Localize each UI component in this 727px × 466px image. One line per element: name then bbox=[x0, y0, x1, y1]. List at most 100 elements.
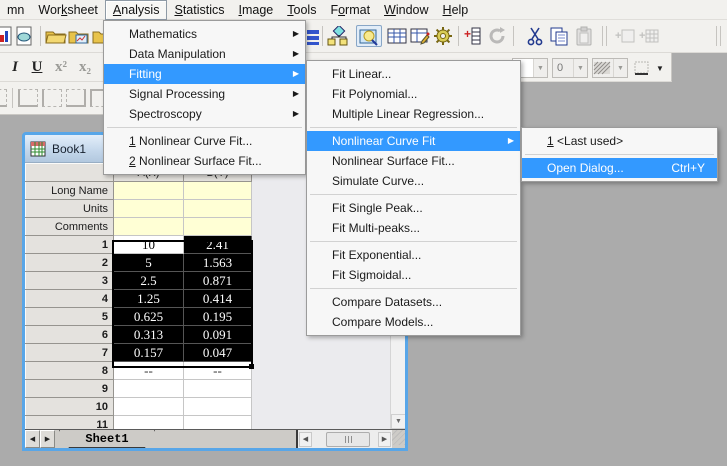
menu-item-nonlinear-surface-fit[interactable]: Nonlinear Surface Fit... bbox=[307, 151, 520, 171]
tab-sheet1[interactable]: Sheet1 bbox=[59, 430, 155, 448]
options-gear-icon[interactable] bbox=[432, 25, 454, 47]
worksheet-icon bbox=[30, 141, 46, 157]
add-column-icon[interactable]: + bbox=[462, 25, 484, 47]
menubar-item-analysis[interactable]: Analysis bbox=[105, 0, 168, 20]
menubar-item-format[interactable]: Format bbox=[323, 1, 377, 19]
menu-item-data-manipulation[interactable]: Data Manipulation ▶ bbox=[104, 44, 305, 64]
menu-item-fitting[interactable]: Fitting ▶ bbox=[104, 64, 305, 84]
underline-button[interactable]: U bbox=[26, 56, 48, 78]
table-row: 10 bbox=[26, 398, 252, 416]
chevron-down-icon[interactable]: ▼ bbox=[653, 59, 667, 77]
cut-icon[interactable] bbox=[524, 25, 546, 47]
menu-item-multiple-linear-regression[interactable]: Multiple Linear Regression... bbox=[307, 104, 520, 124]
new-page-icon[interactable] bbox=[0, 25, 14, 47]
menubar-item-window[interactable]: Window bbox=[377, 1, 435, 19]
menu-item-last-used[interactable]: 1 <Last used> bbox=[522, 131, 717, 151]
analysis-menu: Mathematics ▶ Data Manipulation ▶ Fittin… bbox=[103, 20, 306, 175]
border-style-combo[interactable]: ▼ bbox=[632, 58, 668, 78]
menu-item-fit-polynomial[interactable]: Fit Polynomial... bbox=[307, 84, 520, 104]
menu-item-compare-datasets[interactable]: Compare Datasets... bbox=[307, 292, 520, 312]
table-row: 1 10 2.41 bbox=[26, 236, 252, 254]
tab-scroll-left-icon[interactable]: ◀ bbox=[25, 430, 40, 448]
scroll-down-icon[interactable]: ▼ bbox=[391, 414, 405, 429]
tab-scroll-right-icon[interactable]: ▶ bbox=[40, 430, 55, 448]
menu-item-recent-nonlinear-curve-fit[interactable]: 1 Nonlinear Curve Fit... bbox=[104, 131, 305, 151]
refresh-icon[interactable] bbox=[486, 25, 508, 47]
window-resize-grip[interactable] bbox=[392, 430, 405, 445]
copy-icon[interactable] bbox=[548, 25, 570, 47]
menu-separator bbox=[107, 127, 302, 128]
corner-cell[interactable] bbox=[26, 164, 114, 182]
worksheet-table: A(X) B(Y) Long Name Units Comments bbox=[25, 163, 252, 429]
cell-comments-b[interactable] bbox=[184, 218, 252, 236]
border-tool-1-icon[interactable] bbox=[17, 87, 39, 109]
fitting-submenu: Fit Linear... Fit Polynomial... Multiple… bbox=[306, 60, 521, 336]
cell-units-b[interactable] bbox=[184, 200, 252, 218]
chevron-down-icon[interactable]: ▼ bbox=[613, 59, 627, 77]
menu-separator bbox=[310, 241, 517, 242]
origin-application: mn Worksheet Analysis Statistics Image T… bbox=[0, 0, 727, 466]
menu-item-fit-multi-peaks[interactable]: Fit Multi-peaks... bbox=[307, 218, 520, 238]
size-combo[interactable]: 0▼ bbox=[552, 58, 588, 78]
row-header-longname[interactable]: Long Name bbox=[26, 182, 114, 200]
menubar-item-column-clipped[interactable]: mn bbox=[0, 1, 31, 19]
toolbar-separator bbox=[458, 26, 459, 46]
menu-item-spectroscopy[interactable]: Spectroscopy ▶ bbox=[104, 104, 305, 124]
toolbar-separator bbox=[716, 26, 717, 46]
menu-item-fit-single-peak[interactable]: Fit Single Peak... bbox=[307, 198, 520, 218]
scroll-left-icon[interactable]: ◀ bbox=[299, 432, 312, 447]
cell-comments-a[interactable] bbox=[114, 218, 184, 236]
duplicate-page-icon[interactable] bbox=[14, 25, 36, 47]
menu-item-open-dialog[interactable]: Open Dialog... Ctrl+Y bbox=[522, 158, 717, 178]
menu-item-compare-models[interactable]: Compare Models... bbox=[307, 312, 520, 332]
zoom-worksheet-icon[interactable] bbox=[356, 25, 382, 47]
cell-longname-a[interactable] bbox=[114, 182, 184, 200]
menu-separator bbox=[525, 154, 714, 155]
border-tool-2-icon[interactable] bbox=[41, 87, 63, 109]
open-folder-icon[interactable] bbox=[45, 25, 67, 47]
scrollbar-thumb[interactable] bbox=[326, 432, 370, 447]
window-title: Book1 bbox=[52, 142, 86, 156]
row-header-units[interactable]: Units bbox=[26, 200, 114, 218]
border-tool-3-icon[interactable] bbox=[65, 87, 87, 109]
menubar-item-help[interactable]: Help bbox=[436, 1, 476, 19]
paste-icon[interactable] bbox=[573, 25, 595, 47]
fill-pattern-combo[interactable]: ▼ bbox=[592, 58, 628, 78]
menu-separator bbox=[310, 288, 517, 289]
format-worksheet-icon[interactable] bbox=[409, 25, 431, 47]
nonlinear-curve-fit-submenu: 1 <Last used> Open Dialog... Ctrl+Y bbox=[521, 127, 718, 182]
cell-units-a[interactable] bbox=[114, 200, 184, 218]
menu-item-recent-nonlinear-surface-fit[interactable]: 2 Nonlinear Surface Fit... bbox=[104, 151, 305, 171]
menubar-item-statistics[interactable]: Statistics bbox=[167, 1, 231, 19]
menu-item-signal-processing[interactable]: Signal Processing ▶ bbox=[104, 84, 305, 104]
horizontal-scrollbar[interactable]: ◀ ▶ bbox=[298, 430, 392, 448]
menu-item-fit-linear[interactable]: Fit Linear... bbox=[307, 64, 520, 84]
toolbar-separator bbox=[606, 26, 607, 46]
menu-item-fit-sigmoidal[interactable]: Fit Sigmoidal... bbox=[307, 265, 520, 285]
project-explorer-icon[interactable] bbox=[326, 25, 348, 47]
border-tool-partial-icon[interactable] bbox=[0, 87, 8, 109]
subscript-button[interactable]: x₂ bbox=[74, 56, 96, 78]
menu-item-simulate-curve[interactable]: Simulate Curve... bbox=[307, 171, 520, 191]
active-cell[interactable]: 10 bbox=[114, 236, 184, 254]
menu-item-nonlinear-curve-fit[interactable]: Nonlinear Curve Fit ▶ bbox=[307, 131, 520, 151]
menubar-item-image[interactable]: Image bbox=[232, 1, 281, 19]
menu-item-fit-exponential[interactable]: Fit Exponential... bbox=[307, 245, 520, 265]
italic-button[interactable]: I bbox=[4, 56, 26, 78]
toolbar-separator bbox=[12, 88, 13, 108]
chevron-down-icon[interactable]: ▼ bbox=[573, 59, 587, 77]
menubar-item-worksheet[interactable]: Worksheet bbox=[31, 1, 105, 19]
row-header-comments[interactable]: Comments bbox=[26, 218, 114, 236]
superscript-button[interactable]: x² bbox=[50, 56, 72, 78]
new-window-icon[interactable]: + bbox=[614, 25, 636, 47]
shortcut-label: Ctrl+Y bbox=[671, 158, 705, 178]
menubar-item-tools[interactable]: Tools bbox=[280, 1, 323, 19]
menu-item-mathematics[interactable]: Mathematics ▶ bbox=[104, 24, 305, 44]
open-template-icon[interactable] bbox=[68, 25, 90, 47]
scroll-right-icon[interactable]: ▶ bbox=[378, 432, 391, 447]
submenu-arrow-icon: ▶ bbox=[293, 104, 299, 124]
cell-longname-b[interactable] bbox=[184, 182, 252, 200]
new-table-icon[interactable]: + bbox=[638, 25, 660, 47]
worksheet-view-icon[interactable] bbox=[386, 25, 408, 47]
chevron-down-icon[interactable]: ▼ bbox=[533, 59, 547, 77]
